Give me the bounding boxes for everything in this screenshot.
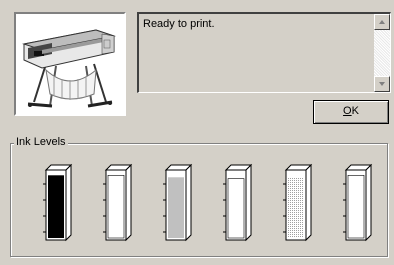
cartridge-side (305, 163, 312, 242)
ink-cartridge-4 (223, 163, 253, 242)
ink-cartridge-5 (283, 163, 313, 242)
ink-cartridge-6 (343, 163, 373, 242)
cartridge-side (185, 163, 192, 242)
cartridge-side (65, 163, 72, 242)
cartridge-side (365, 163, 372, 242)
ink-level-fill (227, 178, 245, 239)
ink-level-fill (107, 175, 125, 239)
ink-level-fill (168, 177, 184, 238)
cartridge-side (245, 163, 252, 242)
ink-cartridges (43, 163, 373, 242)
ink-cartridge-2 (103, 163, 133, 242)
ink-cartridge-1 (43, 163, 73, 242)
cartridge-side (125, 163, 132, 242)
ink-level-fill (288, 177, 304, 238)
ink-level-fill (347, 175, 365, 239)
ink-cartridge-3 (163, 163, 193, 242)
ink-level-fill (48, 175, 64, 238)
